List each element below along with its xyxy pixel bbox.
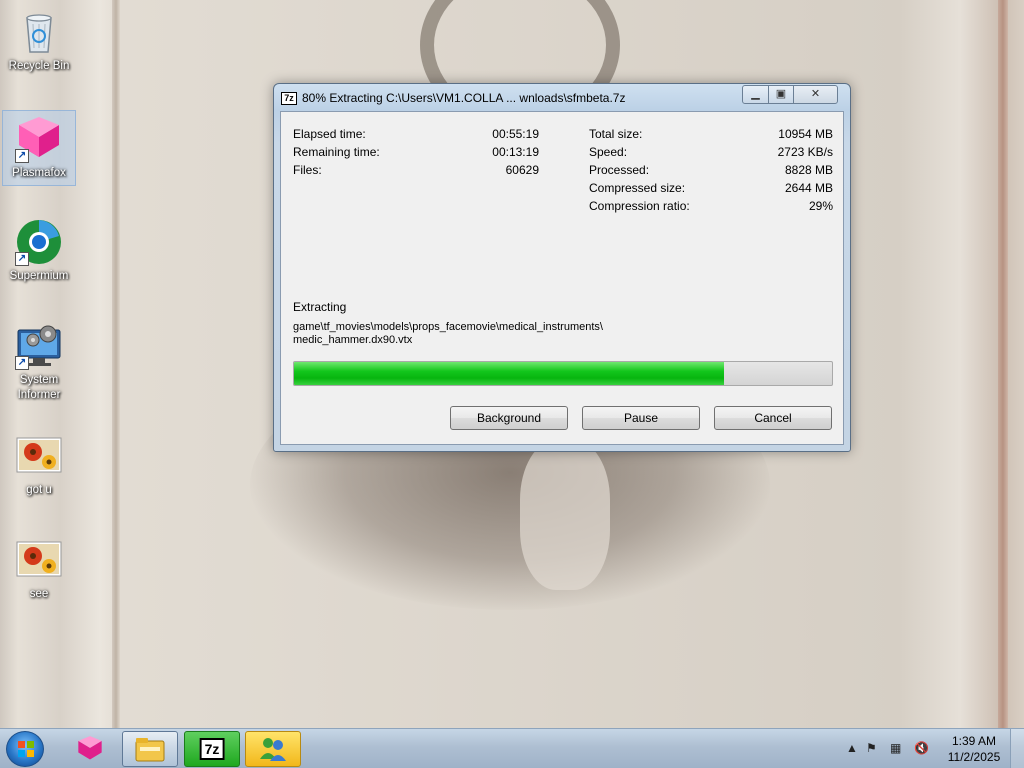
desktop-icon-got-u[interactable]: got u [2, 428, 76, 502]
shortcut-arrow-icon: ↗ [15, 356, 29, 370]
minimize-icon: ▁ [751, 88, 760, 100]
messenger-icon [260, 738, 286, 761]
shortcut-arrow-icon: ↗ [15, 252, 29, 266]
clock-time[interactable]: 1:39 AM [940, 734, 1008, 748]
sevenzip-app-icon: 7z [281, 92, 297, 105]
close-button[interactable]: ✕ [793, 85, 838, 104]
desktop-icon-label: got u [26, 484, 52, 496]
minimize-button[interactable]: ▁ [742, 85, 769, 104]
compression-ratio-value: 29% [808, 199, 833, 213]
current-file-path-line1: game\tf_movies\models\props_facemovie\me… [293, 321, 603, 333]
progress-bar [293, 361, 833, 386]
system-informer-icon: ↗ [15, 322, 63, 370]
speed-label: Speed: [589, 145, 628, 159]
desktop-icon-label: Supermium [9, 270, 69, 282]
dialog-title: 80% Extracting C:\Users\VM1.COLLA ... wn… [302, 91, 626, 105]
system-tray: ▲ ⚑ ▦ 🔇 1:39 AM 11/2/2025 [840, 729, 1024, 768]
dialog-body: Elapsed time: 00:55:19 Remaining time: 0… [280, 111, 844, 445]
total-size-value: 10954 MB [778, 127, 833, 141]
desktop-icon-system-informer[interactable]: ↗ System Informer [2, 318, 76, 407]
elapsed-time-value: 00:55:19 [492, 127, 539, 141]
desktop-icon-see[interactable]: see [2, 532, 76, 606]
processed-value: 8828 MB [784, 163, 833, 177]
wallpaper-portrait-neck [520, 440, 610, 590]
processed-label: Processed: [589, 163, 650, 177]
desktop-icon-label: Plasmafox [12, 167, 66, 179]
maximize-button[interactable]: ▣ [768, 85, 794, 104]
close-icon: ✕ [810, 88, 821, 100]
taskbar-messenger[interactable] [245, 731, 301, 767]
start-button[interactable] [6, 731, 44, 767]
current-file-path-line2: medic_hammer.dx90.vtx [293, 334, 413, 346]
recycle-bin-icon [15, 8, 63, 56]
cancel-button[interactable]: Cancel [714, 406, 832, 430]
taskbar-file-explorer[interactable] [122, 731, 178, 767]
flower-image-icon [15, 432, 63, 480]
compressed-size-value: 2644 MB [784, 181, 833, 195]
taskbar: 7z ▲ ⚑ ▦ 🔇 1:39 AM 11/2/2025 [0, 728, 1024, 768]
desktop-icon-recycle-bin[interactable]: Recycle Bin [2, 4, 76, 78]
compressed-size-label: Compressed size: [589, 181, 686, 195]
compression-ratio-label: Compression ratio: [589, 199, 690, 213]
file-explorer-icon [135, 738, 165, 762]
taskbar-7zip[interactable]: 7z [184, 731, 240, 767]
windows-logo-icon [18, 741, 34, 757]
flower-image-icon [15, 536, 63, 584]
wallpaper-frame-left [112, 0, 120, 728]
network-icon[interactable]: ▦ [890, 741, 901, 755]
progress-bar-fill [294, 362, 725, 385]
action-center-flag-icon[interactable]: ⚑ [866, 741, 877, 755]
wallpaper-frame-right [998, 0, 1008, 728]
desktop-icon-label: System Informer [17, 374, 61, 401]
current-file-path: game\tf_movies\models\props_facemovie\me… [293, 321, 813, 347]
remaining-time-label: Remaining time: [293, 145, 380, 159]
volume-muted-icon[interactable]: 🔇 [914, 741, 929, 755]
elapsed-time-label: Elapsed time: [293, 127, 366, 141]
sevenzip-icon: 7z [199, 738, 225, 760]
desktop-icon-label: Recycle Bin [8, 60, 70, 72]
plasmafox-icon [78, 736, 102, 760]
clock-date[interactable]: 11/2/2025 [940, 750, 1008, 764]
speed-value: 2723 KB/s [777, 145, 833, 159]
desktop-icon-label: see [29, 588, 49, 600]
supermium-icon: ↗ [15, 218, 63, 266]
maximize-icon: ▣ [775, 88, 787, 100]
dialog-titlebar[interactable]: 7z 80% Extracting C:\Users\VM1.COLLA ...… [274, 84, 850, 112]
remaining-time-value: 00:13:19 [492, 145, 539, 159]
status-label: Extracting [293, 300, 347, 314]
desktop-icon-supermium[interactable]: ↗ Supermium [2, 214, 76, 288]
desktop-icon-plasmafox[interactable]: ↗ Plasmafox [2, 110, 76, 186]
plasmafox-icon: ↗ [15, 115, 63, 163]
extract-progress-dialog: 7z 80% Extracting C:\Users\VM1.COLLA ...… [273, 83, 851, 452]
show-desktop-button[interactable] [1010, 729, 1024, 768]
show-hidden-icons-icon[interactable]: ▲ [846, 741, 858, 755]
files-label: Files: [293, 163, 322, 177]
shortcut-arrow-icon: ↗ [15, 149, 29, 163]
files-value: 60629 [505, 163, 539, 177]
background-button[interactable]: Background [450, 406, 568, 430]
total-size-label: Total size: [589, 127, 643, 141]
taskbar-plasmafox[interactable] [62, 731, 118, 767]
pause-button[interactable]: Pause [582, 406, 700, 430]
